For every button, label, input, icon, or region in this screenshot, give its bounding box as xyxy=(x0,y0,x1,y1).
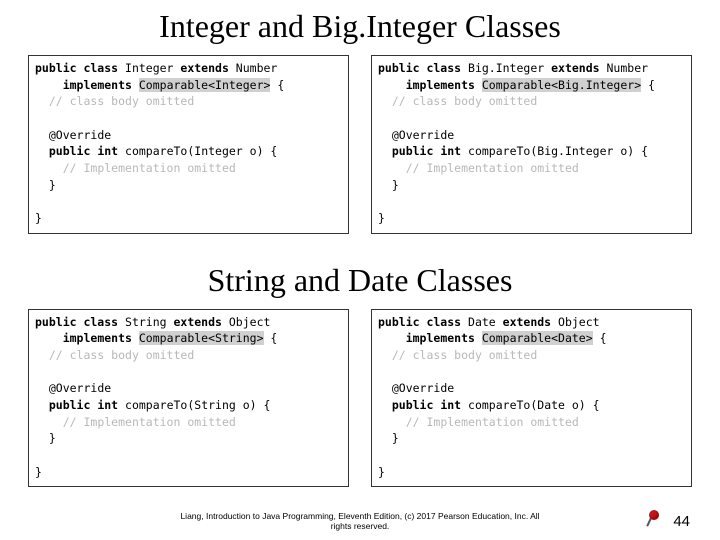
code-date: public class Date extends Object impleme… xyxy=(371,309,692,488)
kw: public int xyxy=(392,144,468,158)
row-string-date: public class String extends Object imple… xyxy=(28,309,692,488)
txt: compareTo(Big.Integer o) { xyxy=(468,144,648,158)
comment: // class body omitted xyxy=(49,94,194,108)
txt: Date xyxy=(468,315,503,329)
kw: public int xyxy=(49,144,125,158)
txt: { xyxy=(270,78,284,92)
txt: Number xyxy=(236,61,278,75)
txt: } xyxy=(35,465,42,479)
kw: public class xyxy=(378,61,468,75)
slide: Integer and Big.Integer Classes public c… xyxy=(0,0,720,540)
txt: @Override xyxy=(392,128,454,142)
txt: { xyxy=(264,331,278,345)
footer-copyright: Liang, Introduction to Java Programming,… xyxy=(0,511,720,532)
page-number: 44 xyxy=(673,513,690,530)
row-integer-biginteger: public class Integer extends Number impl… xyxy=(28,55,692,234)
footer-line2: rights reserved. xyxy=(331,521,390,531)
kw: implements xyxy=(63,78,139,92)
footer-line1: Liang, Introduction to Java Programming,… xyxy=(180,511,539,521)
txt: String xyxy=(125,315,173,329)
kw: extends xyxy=(551,61,606,75)
highlight: Comparable<Date> xyxy=(482,331,593,345)
txt: } xyxy=(35,211,42,225)
txt: } xyxy=(49,431,56,445)
txt: compareTo(String o) { xyxy=(125,398,270,412)
txt: compareTo(Integer o) { xyxy=(125,144,277,158)
txt: } xyxy=(378,211,385,225)
kw: extends xyxy=(180,61,235,75)
code-string: public class String extends Object imple… xyxy=(28,309,349,488)
txt: Number xyxy=(607,61,649,75)
highlight: Comparable<String> xyxy=(139,331,264,345)
kw: public int xyxy=(392,398,468,412)
txt: @Override xyxy=(49,128,111,142)
comment: // Implementation omitted xyxy=(406,415,579,429)
code-biginteger: public class Big.Integer extends Number … xyxy=(371,55,692,234)
txt: } xyxy=(392,431,399,445)
kw: implements xyxy=(406,78,482,92)
txt: Integer xyxy=(125,61,180,75)
kw: public class xyxy=(378,315,468,329)
highlight: Comparable<Big.Integer> xyxy=(482,78,641,92)
pushpin-icon xyxy=(646,510,662,526)
comment: // class body omitted xyxy=(49,348,194,362)
txt: @Override xyxy=(49,381,111,395)
txt: { xyxy=(641,78,655,92)
txt: } xyxy=(392,178,399,192)
txt: Object xyxy=(229,315,271,329)
kw: extends xyxy=(173,315,228,329)
comment: // class body omitted xyxy=(392,94,537,108)
comment: // class body omitted xyxy=(392,348,537,362)
code-integer: public class Integer extends Number impl… xyxy=(28,55,349,234)
txt: Big.Integer xyxy=(468,61,551,75)
comment: // Implementation omitted xyxy=(63,415,236,429)
kw: implements xyxy=(406,331,482,345)
comment: // Implementation omitted xyxy=(63,161,236,175)
txt: compareTo(Date o) { xyxy=(468,398,600,412)
kw: public int xyxy=(49,398,125,412)
kw: extends xyxy=(503,315,558,329)
txt: @Override xyxy=(392,381,454,395)
kw: public class xyxy=(35,315,125,329)
highlight: Comparable<Integer> xyxy=(139,78,271,92)
txt: Object xyxy=(558,315,600,329)
title-string-date: String and Date Classes xyxy=(28,262,692,299)
title-integer-biginteger: Integer and Big.Integer Classes xyxy=(28,8,692,45)
txt: { xyxy=(593,331,607,345)
kw: implements xyxy=(63,331,139,345)
txt: } xyxy=(378,465,385,479)
kw: public class xyxy=(35,61,125,75)
comment: // Implementation omitted xyxy=(406,161,579,175)
txt: } xyxy=(49,178,56,192)
